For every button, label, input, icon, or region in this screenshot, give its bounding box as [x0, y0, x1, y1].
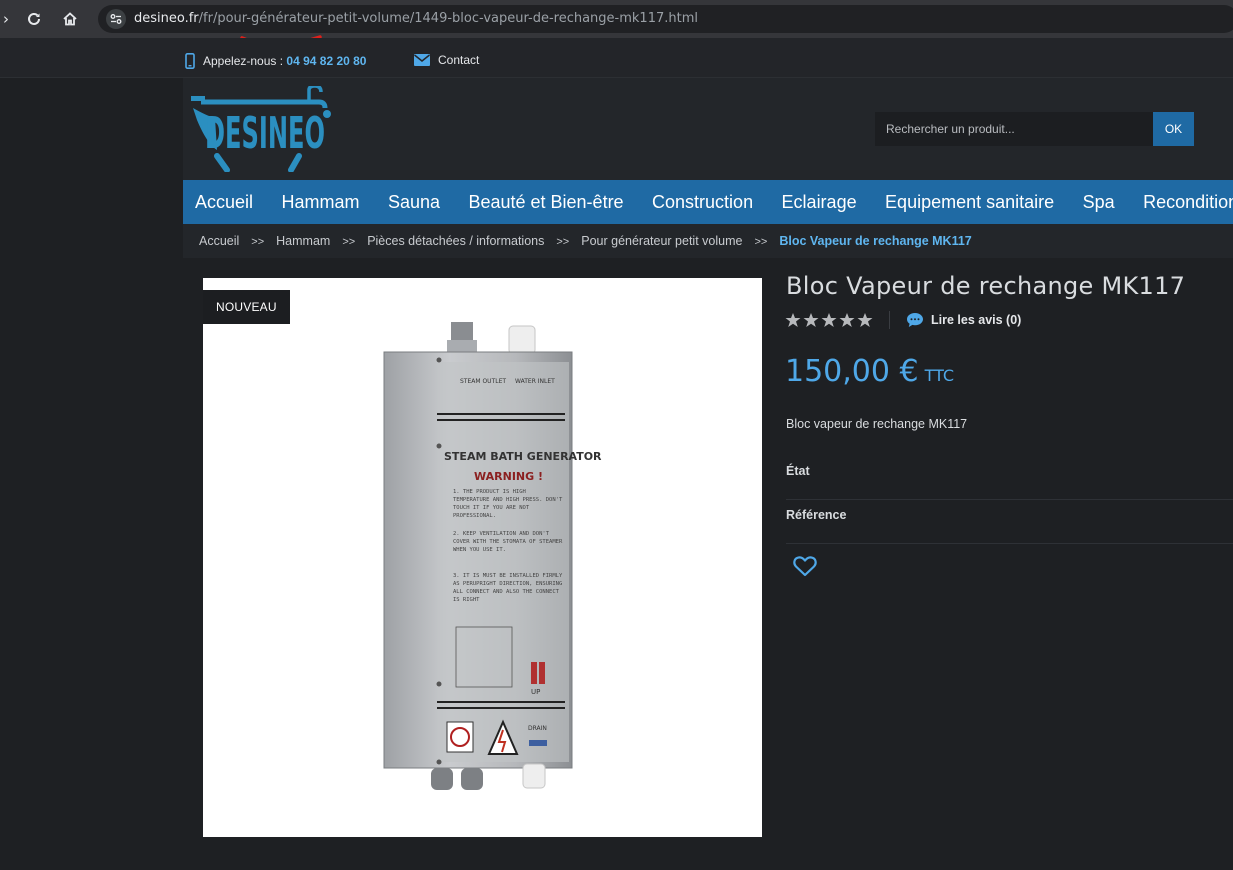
contact-label: Contact: [438, 53, 480, 67]
page-container: DESINEO OK Accueil Hammam Sauna Beauté e…: [183, 78, 1233, 870]
top-info-bar: Appelez-nous : 04 94 82 20 80 Contact: [0, 38, 1233, 78]
breadcrumb-item-hammam[interactable]: Hammam: [276, 234, 330, 248]
product-description: Bloc vapeur de rechange MK117: [786, 417, 968, 431]
star-icon: [821, 313, 837, 327]
product-title: Bloc Vapeur de rechange MK117: [786, 272, 1186, 300]
attribute-reference: Référence: [786, 500, 1233, 544]
breadcrumb-current: Bloc Vapeur de rechange MK117: [779, 234, 972, 248]
price-value: 150,00 €: [785, 354, 919, 389]
label-water-inlet: WATER INLET: [515, 378, 555, 385]
home-icon[interactable]: [60, 9, 80, 29]
label-warning: WARNING !: [474, 470, 543, 483]
breadcrumb-separator: >>: [556, 236, 570, 248]
attribute-reference-label: Référence: [786, 508, 847, 522]
price-suffix: TTC: [924, 366, 955, 385]
desineo-logo[interactable]: DESINEO: [187, 86, 333, 172]
search-button[interactable]: OK: [1153, 112, 1194, 146]
label-up: UP: [531, 688, 540, 696]
envelope-icon: [414, 54, 430, 66]
label-drain: DRAIN: [528, 725, 547, 732]
nav-item-spa[interactable]: Spa: [1071, 180, 1127, 224]
forward-icon[interactable]: ›: [0, 9, 16, 29]
label-heading: STEAM BATH GENERATOR: [444, 450, 602, 463]
rating-divider: [889, 311, 890, 329]
attribute-condition: État: [786, 456, 1233, 500]
nav-item-construction[interactable]: Construction: [640, 180, 765, 224]
label-rule-2: 2. KEEP VENTILATION AND DON'T COVER WITH…: [453, 531, 563, 553]
breadcrumb-separator: >>: [251, 236, 265, 248]
contact-link[interactable]: Contact: [414, 53, 479, 67]
breadcrumb-item-generateur[interactable]: Pour générateur petit volume: [581, 234, 742, 248]
phone-number[interactable]: 04 94 82 20 80: [286, 54, 366, 68]
mobile-phone-icon: [185, 53, 195, 69]
steam-generator-photo: STEAM OUTLET WATER INLET STEAM BATH GENE…: [383, 322, 602, 790]
attribute-condition-label: État: [786, 464, 810, 478]
nav-item-sauna[interactable]: Sauna: [376, 180, 452, 224]
star-icon: [785, 313, 801, 327]
reviews-label: Lire les avis (0): [931, 313, 1022, 327]
browser-toolbar: › desineo.fr/fr/pour-générateur-petit-vo…: [0, 0, 1233, 38]
label-rule-3: 3. IT IS MUST BE INSTALLED FIRMLY AS PER…: [453, 573, 563, 603]
star-rating: [785, 312, 873, 328]
wishlist-heart-icon[interactable]: [793, 555, 817, 577]
url-path: /fr/pour-générateur-petit-volume/1449-bl…: [198, 11, 698, 26]
phone-label: Appelez-nous :: [203, 54, 284, 68]
breadcrumb-separator: >>: [342, 236, 356, 248]
site-settings-icon[interactable]: [106, 9, 126, 29]
breadcrumb-item-accueil[interactable]: Accueil: [199, 234, 239, 248]
svg-text:DESINEO: DESINEO: [205, 108, 325, 159]
nav-item-equipement-sanitaire[interactable]: Equipement sanitaire: [873, 180, 1066, 224]
label-rule-1: 1. THE PRODUCT IS HIGH TEMPERATURE AND H…: [453, 489, 563, 519]
label-steam-outlet: STEAM OUTLET: [460, 378, 506, 385]
breadcrumb-item-pieces[interactable]: Pièces détachées / informations: [367, 234, 544, 248]
address-bar[interactable]: desineo.fr/fr/pour-générateur-petit-volu…: [98, 5, 1233, 33]
star-icon: [803, 313, 819, 327]
nav-item-accueil[interactable]: Accueil: [183, 180, 265, 224]
reload-icon[interactable]: [24, 9, 44, 29]
breadcrumb: Accueil >> Hammam >> Pièces détachées / info…: [199, 234, 972, 248]
phone-contact[interactable]: Appelez-nous : 04 94 82 20 80: [185, 53, 366, 69]
search-form: OK: [875, 112, 1194, 146]
read-reviews-link[interactable]: Lire les avis (0): [906, 312, 1021, 328]
product-rating: Lire les avis (0): [785, 311, 1021, 329]
product-image[interactable]: NOUVEAU STEAM OUTLET WATER INLET STEAM B…: [203, 278, 762, 837]
nav-item-reconditionne[interactable]: Reconditionné: [1131, 180, 1233, 224]
url-host: desineo.fr: [134, 11, 199, 26]
star-icon: [839, 313, 855, 327]
comment-bubble-icon: [907, 313, 923, 327]
search-input[interactable]: [875, 112, 1153, 146]
product-price: 150,00 € TTC: [785, 354, 954, 389]
nav-item-beaute[interactable]: Beauté et Bien-être: [456, 180, 635, 224]
star-icon: [857, 313, 873, 327]
main-navigation: Accueil Hammam Sauna Beauté et Bien-être…: [183, 180, 1233, 224]
breadcrumb-separator: >>: [754, 236, 768, 248]
nav-item-hammam[interactable]: Hammam: [269, 180, 371, 224]
url-text[interactable]: desineo.fr/fr/pour-générateur-petit-volu…: [134, 11, 698, 26]
nav-item-eclairage[interactable]: Eclairage: [770, 180, 869, 224]
